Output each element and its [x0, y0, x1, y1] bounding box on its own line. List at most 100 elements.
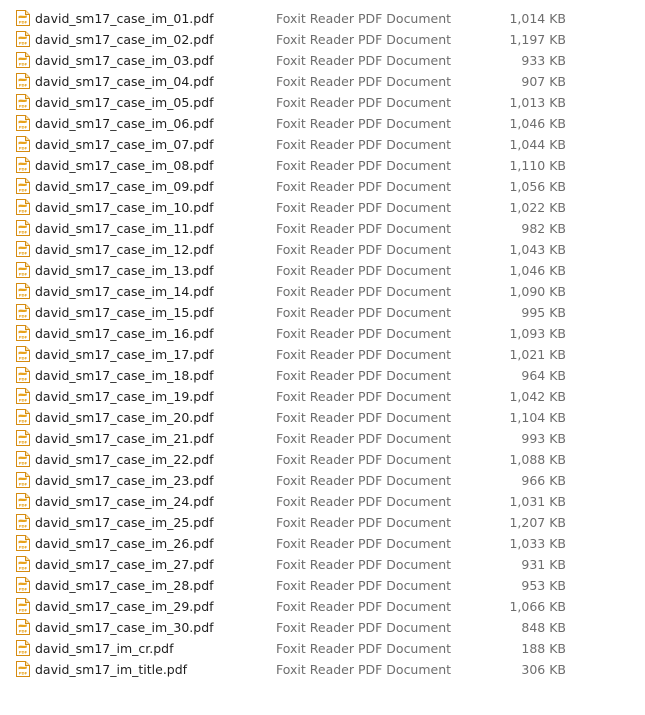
file-type: Foxit Reader PDF Document	[276, 620, 452, 635]
pdf-file-icon: PDF	[16, 94, 30, 110]
file-row-16[interactable]: PDF david_sm17_case_im_16.pdf Foxit Read…	[0, 323, 645, 344]
file-name: david_sm17_im_cr.pdf	[35, 641, 174, 656]
pdf-icon-label: PDF	[19, 272, 28, 277]
file-name: david_sm17_case_im_24.pdf	[35, 494, 214, 509]
file-row-24[interactable]: PDF david_sm17_case_im_24.pdf Foxit Read…	[0, 491, 645, 512]
file-type: Foxit Reader PDF Document	[276, 536, 452, 551]
pdf-icon-label: PDF	[19, 650, 28, 655]
file-row-9[interactable]: PDF david_sm17_case_im_09.pdf Foxit Read…	[0, 176, 645, 197]
file-type: Foxit Reader PDF Document	[276, 158, 452, 173]
pdf-icon-label: PDF	[19, 482, 28, 487]
file-row-6[interactable]: PDF david_sm17_case_im_06.pdf Foxit Read…	[0, 113, 645, 134]
file-row-5[interactable]: PDF david_sm17_case_im_05.pdf Foxit Read…	[0, 92, 645, 113]
pdf-file-icon: PDF	[16, 430, 30, 446]
file-size: 1,197 KB	[509, 32, 566, 47]
pdf-icon-label: PDF	[19, 566, 28, 571]
file-row-4[interactable]: PDF david_sm17_case_im_04.pdf Foxit Read…	[0, 71, 645, 92]
file-name: david_sm17_case_im_21.pdf	[35, 431, 214, 446]
file-row-18[interactable]: PDF david_sm17_case_im_18.pdf Foxit Read…	[0, 365, 645, 386]
file-size: 982 KB	[521, 221, 566, 236]
file-row-2[interactable]: PDF david_sm17_case_im_02.pdf Foxit Read…	[0, 29, 645, 50]
pdf-icon-label: PDF	[19, 62, 28, 67]
file-name: david_sm17_case_im_08.pdf	[35, 158, 214, 173]
file-type: Foxit Reader PDF Document	[276, 32, 452, 47]
pdf-icon-label: PDF	[19, 314, 28, 319]
pdf-icon-label: PDF	[19, 461, 28, 466]
file-row-1[interactable]: PDF david_sm17_case_im_01.pdf Foxit Read…	[0, 8, 645, 29]
file-row-12[interactable]: PDF david_sm17_case_im_12.pdf Foxit Read…	[0, 239, 645, 260]
file-row-25[interactable]: PDF david_sm17_case_im_25.pdf Foxit Read…	[0, 512, 645, 533]
file-size: 1,044 KB	[509, 137, 566, 152]
file-size: 848 KB	[521, 620, 566, 635]
file-type: Foxit Reader PDF Document	[276, 221, 452, 236]
pdf-file-icon: PDF	[16, 10, 30, 26]
file-size: 1,022 KB	[509, 200, 566, 215]
pdf-file-icon: PDF	[16, 619, 30, 635]
pdf-file-icon: PDF	[16, 388, 30, 404]
file-row-22[interactable]: PDF david_sm17_case_im_22.pdf Foxit Read…	[0, 449, 645, 470]
file-size: 1,104 KB	[509, 410, 566, 425]
file-row-7[interactable]: PDF david_sm17_case_im_07.pdf Foxit Read…	[0, 134, 645, 155]
pdf-icon-label: PDF	[19, 503, 28, 508]
file-size: 188 KB	[521, 641, 566, 656]
file-name: david_sm17_case_im_11.pdf	[35, 221, 214, 236]
file-name: david_sm17_im_title.pdf	[35, 662, 188, 677]
file-size: 1,056 KB	[509, 179, 566, 194]
file-size: 993 KB	[521, 431, 566, 446]
file-name: david_sm17_case_im_25.pdf	[35, 515, 214, 530]
file-row-10[interactable]: PDF david_sm17_case_im_10.pdf Foxit Read…	[0, 197, 645, 218]
file-name: david_sm17_case_im_26.pdf	[35, 536, 214, 551]
pdf-file-icon: PDF	[16, 640, 30, 656]
file-name: david_sm17_case_im_14.pdf	[35, 284, 214, 299]
file-row-27[interactable]: PDF david_sm17_case_im_27.pdf Foxit Read…	[0, 554, 645, 575]
pdf-icon-label: PDF	[19, 545, 28, 550]
file-row-23[interactable]: PDF david_sm17_case_im_23.pdf Foxit Read…	[0, 470, 645, 491]
file-size: 1,066 KB	[509, 599, 566, 614]
pdf-file-icon: PDF	[16, 493, 30, 509]
file-row-31[interactable]: PDF david_sm17_im_cr.pdf Foxit Reader PD…	[0, 638, 645, 659]
pdf-icon-label: PDF	[19, 440, 28, 445]
pdf-icon-label: PDF	[19, 251, 28, 256]
pdf-file-icon: PDF	[16, 304, 30, 320]
file-type: Foxit Reader PDF Document	[276, 242, 452, 257]
file-size: 995 KB	[521, 305, 566, 320]
file-row-28[interactable]: PDF david_sm17_case_im_28.pdf Foxit Read…	[0, 575, 645, 596]
file-row-15[interactable]: PDF david_sm17_case_im_15.pdf Foxit Read…	[0, 302, 645, 323]
file-row-26[interactable]: PDF david_sm17_case_im_26.pdf Foxit Read…	[0, 533, 645, 554]
file-type: Foxit Reader PDF Document	[276, 179, 452, 194]
file-type: Foxit Reader PDF Document	[276, 410, 452, 425]
pdf-icon-label: PDF	[19, 377, 28, 382]
file-type: Foxit Reader PDF Document	[276, 662, 452, 677]
file-row-32[interactable]: PDF david_sm17_im_title.pdf Foxit Reader…	[0, 659, 645, 680]
pdf-file-icon: PDF	[16, 451, 30, 467]
file-row-14[interactable]: PDF david_sm17_case_im_14.pdf Foxit Read…	[0, 281, 645, 302]
file-row-29[interactable]: PDF david_sm17_case_im_29.pdf Foxit Read…	[0, 596, 645, 617]
pdf-file-icon: PDF	[16, 115, 30, 131]
file-row-30[interactable]: PDF david_sm17_case_im_30.pdf Foxit Read…	[0, 617, 645, 638]
pdf-icon-label: PDF	[19, 587, 28, 592]
file-row-17[interactable]: PDF david_sm17_case_im_17.pdf Foxit Read…	[0, 344, 645, 365]
file-type: Foxit Reader PDF Document	[276, 494, 452, 509]
file-name: david_sm17_case_im_03.pdf	[35, 53, 214, 68]
pdf-icon-label: PDF	[19, 209, 28, 214]
file-size: 1,021 KB	[509, 347, 566, 362]
file-row-20[interactable]: PDF david_sm17_case_im_20.pdf Foxit Read…	[0, 407, 645, 428]
file-type: Foxit Reader PDF Document	[276, 641, 452, 656]
file-row-19[interactable]: PDF david_sm17_case_im_19.pdf Foxit Read…	[0, 386, 645, 407]
file-size: 1,014 KB	[509, 11, 566, 26]
file-row-13[interactable]: PDF david_sm17_case_im_13.pdf Foxit Read…	[0, 260, 645, 281]
pdf-file-icon: PDF	[16, 31, 30, 47]
file-type: Foxit Reader PDF Document	[276, 578, 452, 593]
file-type: Foxit Reader PDF Document	[276, 53, 452, 68]
file-size: 933 KB	[521, 53, 566, 68]
file-row-8[interactable]: PDF david_sm17_case_im_08.pdf Foxit Read…	[0, 155, 645, 176]
file-size: 1,093 KB	[509, 326, 566, 341]
file-type: Foxit Reader PDF Document	[276, 200, 452, 215]
file-name: david_sm17_case_im_07.pdf	[35, 137, 214, 152]
pdf-file-icon: PDF	[16, 157, 30, 173]
file-row-11[interactable]: PDF david_sm17_case_im_11.pdf Foxit Read…	[0, 218, 645, 239]
file-row-21[interactable]: PDF david_sm17_case_im_21.pdf Foxit Read…	[0, 428, 645, 449]
pdf-icon-label: PDF	[19, 356, 28, 361]
pdf-file-icon: PDF	[16, 514, 30, 530]
file-row-3[interactable]: PDF david_sm17_case_im_03.pdf Foxit Read…	[0, 50, 645, 71]
